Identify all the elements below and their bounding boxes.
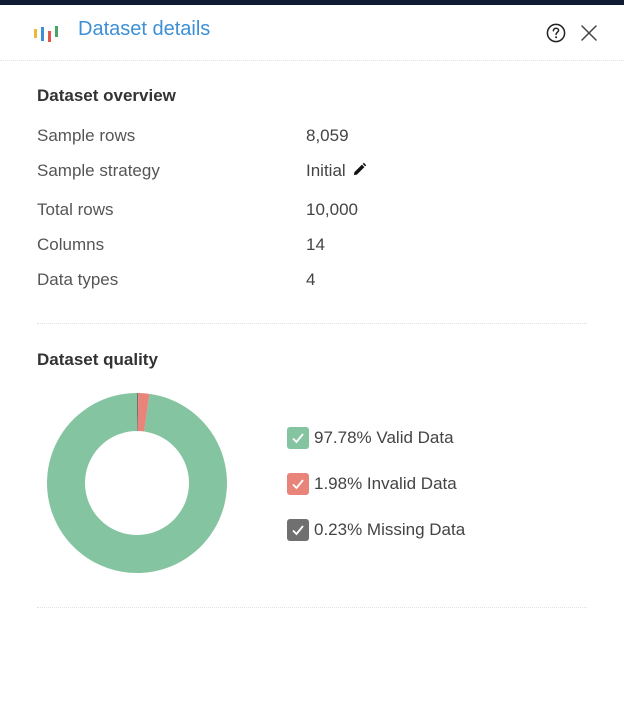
total-rows-label: Total rows [37,200,114,219]
pencil-icon[interactable] [352,162,367,177]
legend-label-valid: 97.78% Valid Data [314,428,454,447]
sample-strategy-label: Sample strategy [37,161,160,180]
quality-section-title: Dataset quality [37,350,158,369]
legend-item-valid: 97.78% Valid Data [287,427,454,449]
bottom-divider [37,607,587,608]
data-types-label: Data types [37,270,119,289]
close-icon[interactable] [580,24,598,42]
question-circle-icon[interactable] [546,23,566,43]
invalid-data-checkbox[interactable] [287,473,309,495]
columns-value: 14 [306,235,325,254]
columns-label: Columns [37,235,105,254]
section-divider [37,323,587,324]
legend-label-missing: 0.23% Missing Data [314,520,466,539]
header-divider [0,60,624,61]
total-rows-value: 10,000 [306,200,358,219]
overview-section-title: Dataset overview [37,86,176,105]
valid-data-checkbox[interactable] [287,427,309,449]
check-icon [292,479,304,490]
panel-title: Dataset details [78,18,211,40]
legend-item-missing: 0.23% Missing Data [287,519,465,541]
panel-header: Dataset details [0,5,624,60]
bar-chart-logo-icon [34,26,58,42]
sample-strategy-text: Initial [306,161,346,180]
sample-rows-value: 8,059 [306,126,349,145]
quality-donut-chart [47,393,228,573]
check-icon [292,433,304,444]
sample-strategy-value: Initial [306,161,367,181]
sample-rows-label: Sample rows [37,126,136,145]
legend-label-invalid: 1.98% Invalid Data [314,474,457,493]
missing-data-checkbox[interactable] [287,519,309,541]
data-types-value: 4 [306,270,316,289]
check-icon [292,525,304,536]
legend-item-invalid: 1.98% Invalid Data [287,473,457,495]
donut-slice-valid [47,393,228,573]
